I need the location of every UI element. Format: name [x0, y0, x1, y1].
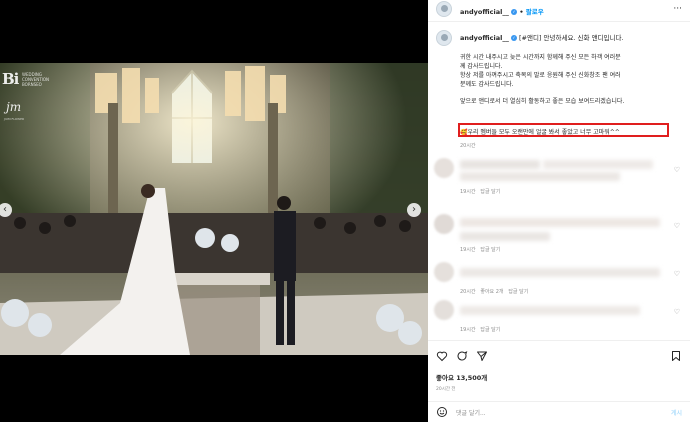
comment-input[interactable]: 댓글 달기... [456, 408, 486, 417]
emoji-icon[interactable] [436, 406, 448, 418]
caption-text-first: [#앤디] 안녕하세요. 신화 앤디입니다. [518, 34, 624, 42]
blurred-comment-text [460, 268, 660, 277]
more-icon[interactable]: ··· [673, 4, 682, 14]
avatar[interactable] [436, 1, 452, 17]
header-username[interactable]: andyofficial__ [460, 8, 509, 16]
comment-time: 19시간 [460, 189, 476, 195]
blurred-comment-text [460, 160, 540, 169]
heart-icon[interactable]: ♡ [674, 308, 680, 316]
venue-logo-watermark: Bi [2, 70, 19, 88]
reply-button[interactable]: 답글 달기 [480, 189, 500, 195]
commenter-avatar[interactable] [434, 158, 454, 178]
blurred-comment-text [460, 306, 640, 315]
post-comment-button[interactable]: 게시 [671, 408, 682, 417]
commenter-avatar[interactable] [434, 300, 454, 320]
follow-button[interactable]: 팔로우 [526, 8, 544, 16]
caption-username[interactable]: andyofficial__ [460, 34, 509, 42]
caption-first-line: andyofficial__ ✓ [#앤디] 안녕하세요. 신화 앤디입니다. [460, 32, 682, 42]
heart-icon[interactable]: ♡ [674, 222, 680, 230]
heart-icon[interactable] [436, 350, 448, 362]
heart-icon[interactable]: ♡ [674, 270, 680, 278]
blurred-comment-text [543, 160, 653, 169]
commenter-avatar[interactable] [434, 262, 454, 282]
post-actions: 좋아요 13,500개 20시간 전 댓글 달기... 게시 [428, 340, 690, 420]
post-header: andyofficial__ ✓ • 팔로우 ··· [428, 0, 690, 22]
comment-time: 20시간 [460, 289, 476, 295]
post-panel: andyofficial__ ✓ • 팔로우 ··· andyofficial_… [428, 0, 690, 422]
highlight-box [458, 123, 669, 137]
caption-avatar[interactable] [436, 30, 452, 46]
comment-meta: 19시간 답글 달기 [460, 188, 500, 195]
comment-like-count[interactable]: 좋아요 2개 [480, 289, 503, 295]
bookmark-icon[interactable] [670, 350, 682, 362]
caption-line: 분께도 감사드립니다. [460, 81, 514, 88]
reply-button[interactable]: 답글 달기 [480, 247, 500, 253]
caption-line: 항상 저를 아껴주시고 축복의 말로 응원해 주신 신화창조 팬 여러 [460, 72, 621, 79]
post-date: 20시간 전 [436, 387, 456, 392]
commenter-avatar[interactable] [434, 214, 454, 234]
venue-logo-subtitle: WEDDING CONVENTION BORNSEO [22, 72, 49, 87]
reply-button[interactable]: 답글 달기 [508, 289, 528, 295]
comment-bar: 댓글 달기... 게시 [428, 401, 690, 422]
comment-icon[interactable] [456, 350, 468, 362]
caption-line: 께 감사드립니다. [460, 63, 503, 70]
comment-meta: 19시간 답글 달기 [460, 246, 500, 253]
florist-logo-subtitle: JIUM FLOWER [4, 117, 25, 121]
caption-timestamp: 20시간 [460, 143, 476, 149]
share-icon[interactable] [476, 350, 488, 362]
like-count[interactable]: 좋아요 13,500개 [436, 372, 487, 382]
blurred-comment-text [460, 218, 660, 227]
next-image-button[interactable]: › [407, 203, 421, 217]
caption-line: 앞으로 앤디로서 더 열심히 활동하고 좋은 모습 보여드리겠습니다. [460, 98, 625, 105]
comment-item: 20시간 좋아요 2개 답글 달기 ♡ [428, 262, 690, 302]
reply-button[interactable]: 답글 달기 [480, 327, 500, 333]
comment-time: 19시간 [460, 247, 476, 253]
blurred-comment-text [460, 232, 550, 241]
header-username-line: andyofficial__ ✓ • 팔로우 [460, 6, 544, 16]
comment-item: 19시간 답글 달기 ♡ [428, 300, 690, 340]
heart-icon[interactable]: ♡ [674, 166, 680, 174]
comment-item: 19시간 답글 달기 ♡ [428, 158, 690, 198]
florist-logo-watermark: jm [6, 100, 22, 114]
wedding-photo[interactable] [0, 63, 428, 355]
verified-icon: ✓ [510, 35, 517, 41]
comment-meta: 20시간 좋아요 2개 답글 달기 [460, 288, 528, 295]
comment-meta: 19시간 답글 달기 [460, 326, 500, 333]
blurred-comment-text [460, 172, 620, 181]
wedding-photo-illustration [0, 63, 428, 355]
caption-line: 귀한 시간 내주시고 늦은 시간까지 함께해 주신 모든 하객 여러분 [460, 54, 621, 61]
post-media: Bi WEDDING CONVENTION BORNSEO jm JIUM FL… [0, 0, 428, 422]
comment-time: 19시간 [460, 327, 476, 333]
verified-icon: ✓ [511, 9, 518, 15]
comment-item: 19시간 답글 달기 ♡ [428, 214, 690, 254]
